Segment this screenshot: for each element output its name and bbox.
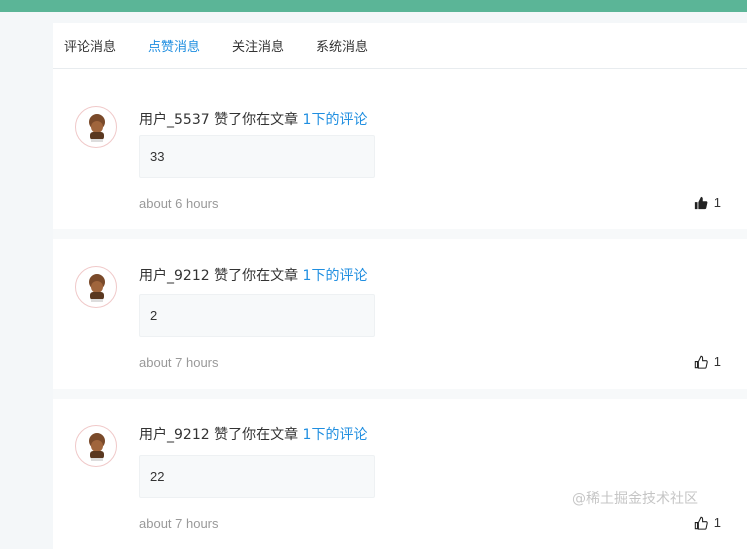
timestamp: about 7 hours [139, 355, 219, 370]
thumbs-up-filled-icon [694, 196, 708, 209]
notification-item: 用户_5537 赞了你在文章 1下的评论 33 about 6 hours 1 [53, 79, 747, 229]
like-button[interactable]: 1 [694, 354, 721, 369]
tab-follow-messages[interactable]: 关注消息 [232, 36, 284, 55]
tab-bar: 评论消息 点赞消息 关注消息 系统消息 [53, 23, 747, 69]
timestamp: about 7 hours [139, 516, 219, 531]
notification-headline: 用户_5537 赞了你在文章 1下的评论 [139, 109, 367, 129]
like-button[interactable]: 1 [694, 195, 721, 210]
comment-content: 2 [139, 294, 375, 337]
divider [53, 229, 747, 239]
timestamp: about 6 hours [139, 196, 219, 211]
comment-content: 33 [139, 135, 375, 178]
action-text: 赞了你在文章 [209, 268, 303, 284]
user-name[interactable]: 用户_9212 [139, 427, 210, 443]
action-text: 赞了你在文章 [209, 427, 303, 443]
action-text: 赞了你在文章 [209, 112, 303, 128]
tab-like-messages[interactable]: 点赞消息 [148, 36, 200, 55]
comment-link[interactable]: 1下的评论 [303, 112, 368, 128]
avatar[interactable] [75, 425, 117, 467]
watermark: @稀土掘金技术社区 [572, 491, 698, 507]
notification-panel: 评论消息 点赞消息 关注消息 系统消息 用户_5537 赞了你在文章 1下的评论… [53, 23, 747, 549]
divider [53, 389, 747, 399]
top-bar [0, 0, 747, 12]
comment-link[interactable]: 1下的评论 [303, 268, 368, 284]
tab-system-messages[interactable]: 系统消息 [316, 36, 368, 55]
notification-item: 用户_9212 赞了你在文章 1下的评论 2 about 7 hours 1 [53, 239, 747, 389]
like-count: 1 [713, 354, 721, 369]
notification-headline: 用户_9212 赞了你在文章 1下的评论 [139, 265, 367, 285]
notification-item: 用户_9212 赞了你在文章 1下的评论 22 about 7 hours 1 [53, 399, 747, 549]
avatar[interactable] [75, 266, 117, 308]
user-name[interactable]: 用户_5537 [139, 112, 210, 128]
tab-comment-messages[interactable]: 评论消息 [64, 36, 116, 55]
like-count: 1 [713, 195, 721, 210]
notification-headline: 用户_9212 赞了你在文章 1下的评论 [139, 424, 367, 444]
comment-link[interactable]: 1下的评论 [303, 427, 368, 443]
user-name[interactable]: 用户_9212 [139, 268, 210, 284]
thumbs-up-outline-icon [694, 355, 708, 369]
avatar[interactable] [75, 106, 117, 148]
comment-content: 22 [139, 455, 375, 498]
